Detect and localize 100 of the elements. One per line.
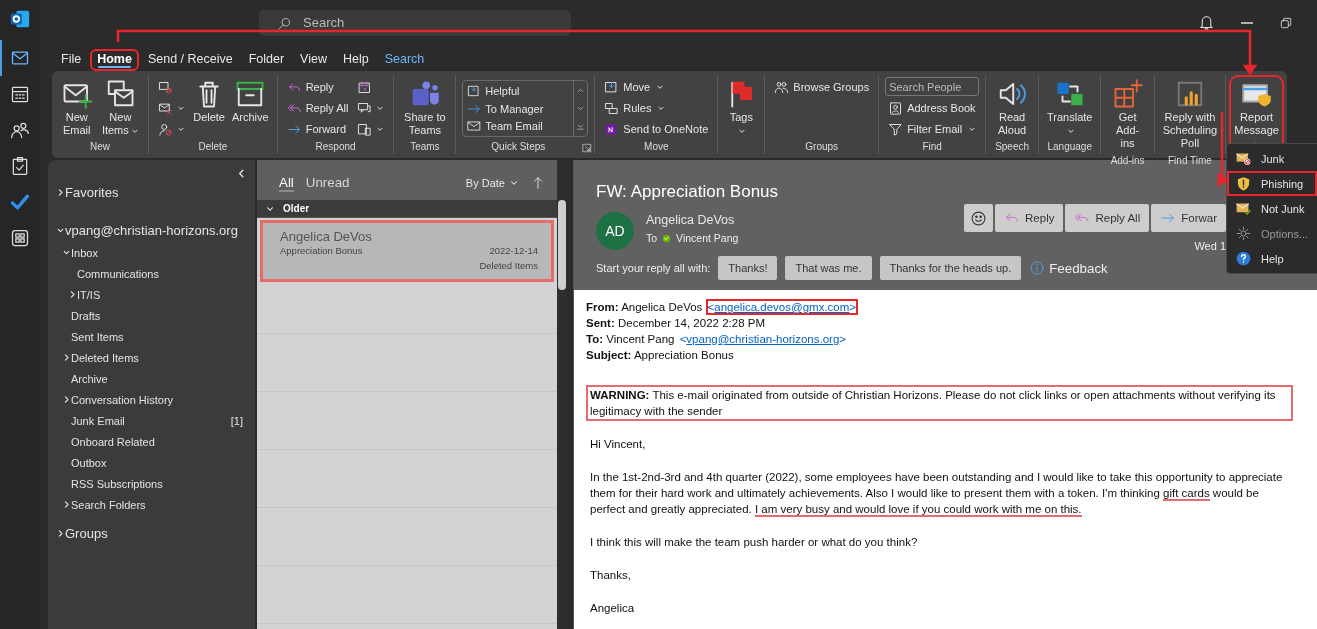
ribbon-button[interactable]: Get Add-ins [1107, 77, 1148, 153]
menu-item[interactable]: Not Junk [1227, 196, 1317, 221]
ribbon-tab[interactable]: Home [90, 49, 139, 71]
folder-item[interactable]: Communications [68, 263, 255, 284]
ribbon-button[interactable]: Archive [230, 77, 271, 127]
filter-icon [888, 121, 904, 137]
feedback-button[interactable]: Feedback [1029, 260, 1108, 276]
folder-item[interactable]: Sent Items [62, 326, 255, 347]
ribbon-button[interactable]: Share to Teams [400, 77, 450, 140]
ribbon-tab[interactable]: Help [336, 49, 376, 71]
info-icon [1029, 260, 1046, 276]
folder-item[interactable]: Deleted Items [62, 347, 255, 368]
group-label: Teams [410, 141, 440, 154]
group-label: Language [1047, 141, 1092, 154]
rules-icon [604, 100, 620, 116]
ribbon-button[interactable]: New Items [98, 77, 143, 140]
launcher-icon [582, 143, 593, 153]
ribbon-button[interactable]: Translate [1045, 77, 1095, 140]
quick-reply-chip[interactable]: Thanks for the heads up. [879, 256, 1022, 280]
quick-step-item[interactable]: To Manager [467, 99, 570, 118]
ribbon-button[interactable]: Address Book [885, 98, 980, 118]
avatar: AD [596, 212, 634, 250]
ribbon-button[interactable]: Reply All [283, 98, 352, 118]
smiley-icon [970, 209, 988, 227]
folder-item[interactable]: vpang@christian-horizons.org [56, 218, 255, 242]
people-icon [10, 120, 30, 140]
message-date: Wed 1 [1194, 240, 1226, 252]
ribbon-button[interactable]: Move [601, 77, 712, 97]
ribbon-button[interactable]: Browse Groups [771, 77, 873, 97]
folder-item[interactable]: Inbox [62, 242, 255, 263]
email-link[interactable]: <vpang@christian-horizons.org> [677, 331, 848, 347]
folder-item[interactable]: RSS Subscriptions [62, 473, 255, 494]
folder-item[interactable]: IT/IS [68, 284, 255, 305]
ribbon-button[interactable]: Filter Email [885, 119, 980, 139]
group-label: Quick Steps [491, 141, 546, 154]
ribbon-tab[interactable]: Search [377, 49, 432, 71]
body-paragraph: Thanks, [589, 568, 632, 583]
restore-button[interactable] [1279, 15, 1293, 30]
sort-button[interactable]: By Date [465, 177, 519, 189]
notification-button[interactable] [1198, 14, 1215, 31]
ribbon-tab[interactable]: Folder [241, 49, 292, 71]
warning-text: WARNING: This e-mail originated from outside of Christian Horizons. Please do not click links or open attachments without verifying its legitimacy with the sender [586, 385, 1293, 421]
ribbon-button[interactable]: Reply with Scheduling Poll [1160, 77, 1220, 153]
quick-step-item[interactable]: Helpful [467, 82, 570, 100]
folder-item[interactable]: Outbox [62, 452, 255, 473]
reply-action-button[interactable]: Forwar [1151, 204, 1226, 232]
header-line: To: Vincent Pang <vpang@christian-horizons.org> [586, 331, 849, 347]
minimize-button[interactable] [1241, 21, 1253, 24]
body-paragraph: I think this will make the team push harder or what do you think? [589, 535, 919, 550]
quick-reply-chip[interactable]: Thanks! [718, 256, 778, 280]
reply-action-button[interactable]: Reply All [1065, 204, 1150, 232]
ribbon-button[interactable]: Delete [191, 77, 227, 127]
menu-item[interactable]: Options... [1227, 221, 1317, 246]
ribbon-button[interactable]: New Email [58, 77, 96, 140]
folder-item[interactable]: Search Folders [62, 494, 255, 515]
email-link[interactable]: <angelica.devos@gmx.com> [705, 299, 859, 315]
ribbon-tab[interactable]: File [54, 49, 89, 71]
folder-item[interactable]: Onboard Related [62, 431, 255, 452]
envelope-slash-icon [158, 79, 174, 95]
folder-item[interactable]: Archive [62, 368, 255, 389]
dialog-launcher-button[interactable] [582, 143, 593, 153]
envelope-check-icon [1236, 201, 1251, 216]
menu-item[interactable]: Help [1227, 246, 1317, 271]
filter-tab[interactable]: Unread [305, 174, 350, 192]
group-label: Delete [198, 141, 228, 154]
quick-step-item[interactable]: Team Email [467, 117, 570, 135]
ribbon-button[interactable]: Read Aloud [992, 77, 1032, 140]
emoji-button[interactable] [964, 204, 994, 232]
group-label: Find Time [1168, 154, 1212, 166]
scrollbar[interactable] [557, 160, 567, 629]
folder-item[interactable]: Favorites [56, 180, 255, 204]
ribbon-tab[interactable]: View [293, 49, 334, 71]
folder-item[interactable]: Junk Email [1] [62, 410, 255, 431]
recipient-name: Vincent Pang [676, 232, 739, 244]
body-paragraph: In the 1st-2nd-3rd and 4th quarter (2022), some employees have been outstanding and I would like to take this opportunity to appreciate them for their hard work and ultimately achievements. Also I would like to present them with a token. I'm thinking gift cards would be perfect and greatly appreciated. I am very busy and would love if you could work with me on this. [589, 470, 1284, 519]
ribbon-tab[interactable]: Send / Receive [140, 49, 240, 71]
search-field[interactable]: Search [259, 9, 571, 36]
ribbon-button[interactable]: Send to OneNote [601, 119, 712, 139]
ribbon-button[interactable]: Reply [283, 77, 352, 97]
reply-action-button[interactable]: Reply [995, 204, 1064, 232]
filter-tab[interactable]: All [279, 174, 294, 192]
folder-item[interactable]: Drafts [62, 305, 255, 326]
settings-icon [1236, 226, 1251, 241]
message-item[interactable]: Angelica DeVos Appreciation Bonus 2022-12-14 Deleted Items [260, 220, 554, 282]
folder-move-icon [604, 79, 620, 95]
envelopes-icon [105, 79, 136, 109]
folder-item[interactable]: Groups [56, 521, 255, 545]
header-line: Subject: Appreciation Bonus [586, 348, 735, 363]
sort-direction-button[interactable] [531, 176, 545, 190]
menu-item[interactable]: Junk [1227, 146, 1317, 171]
quick-reply-chip[interactable]: That was me. [785, 256, 872, 280]
ribbon-button[interactable]: Rules [601, 98, 712, 118]
ribbon-button[interactable]: Tags [724, 77, 759, 140]
menu-item[interactable]: Phishing [1227, 171, 1317, 196]
ribbon-button[interactable]: Forward [283, 119, 352, 139]
folder-item[interactable]: Conversation History [62, 389, 255, 410]
search-people-field[interactable]: Search People [885, 77, 980, 96]
more-icon [576, 121, 586, 131]
group-label: Move [644, 141, 669, 154]
group-header[interactable]: Older [257, 200, 557, 218]
